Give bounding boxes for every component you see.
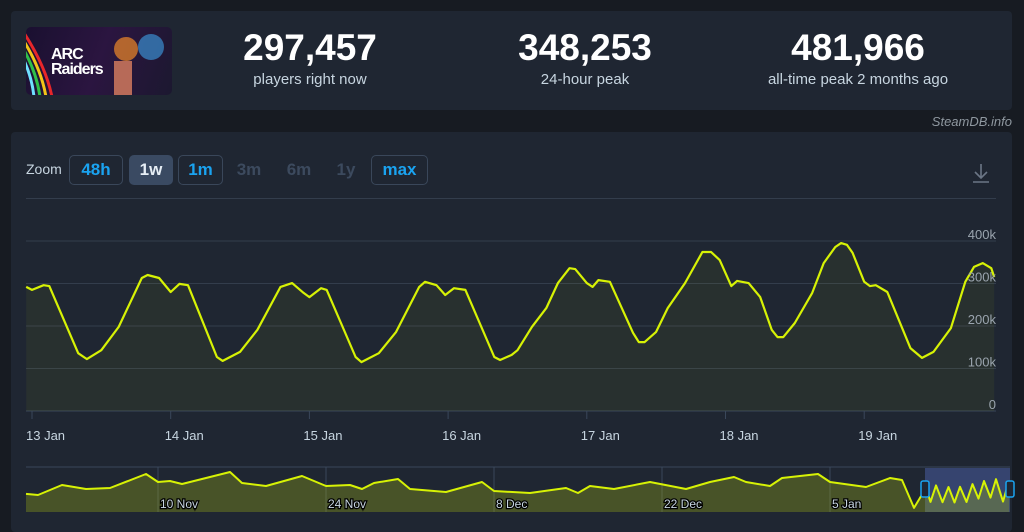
x-tick-label: 19 Jan — [858, 428, 897, 443]
y-tick-label: 100k — [968, 355, 997, 370]
navigator[interactable]: 10 Nov 24 Nov 8 Dec 22 Dec 5 Jan — [25, 466, 1015, 512]
navigator-tick-label: 24 Nov — [328, 497, 366, 511]
x-tick-label: 14 Jan — [165, 428, 204, 443]
x-tick-label: 13 Jan — [26, 428, 65, 443]
series-area — [26, 243, 995, 411]
navigator-tick-label: 10 Nov — [160, 497, 198, 511]
navigator-tick-label: 5 Jan — [832, 497, 861, 511]
y-tick-label: 0 — [989, 397, 996, 412]
x-tick-label: 17 Jan — [581, 428, 620, 443]
x-tick-label: 16 Jan — [442, 428, 481, 443]
navigator-tick-label: 8 Dec — [496, 497, 527, 511]
x-tick-label: 18 Jan — [720, 428, 759, 443]
y-tick-label: 300k — [968, 270, 997, 285]
y-tick-label: 200k — [968, 312, 997, 327]
navigator-right-handle[interactable] — [1005, 480, 1015, 498]
y-tick-label: 400k — [968, 227, 997, 242]
x-tick-label: 15 Jan — [303, 428, 342, 443]
player-count-chart[interactable]: 0 100k 200k 300k 400k 13 Jan 14 Jan 15 Jan 16 J… — [0, 0, 1024, 527]
navigator-left-handle[interactable] — [920, 480, 930, 498]
navigator-tick-label: 22 Dec — [664, 497, 702, 511]
